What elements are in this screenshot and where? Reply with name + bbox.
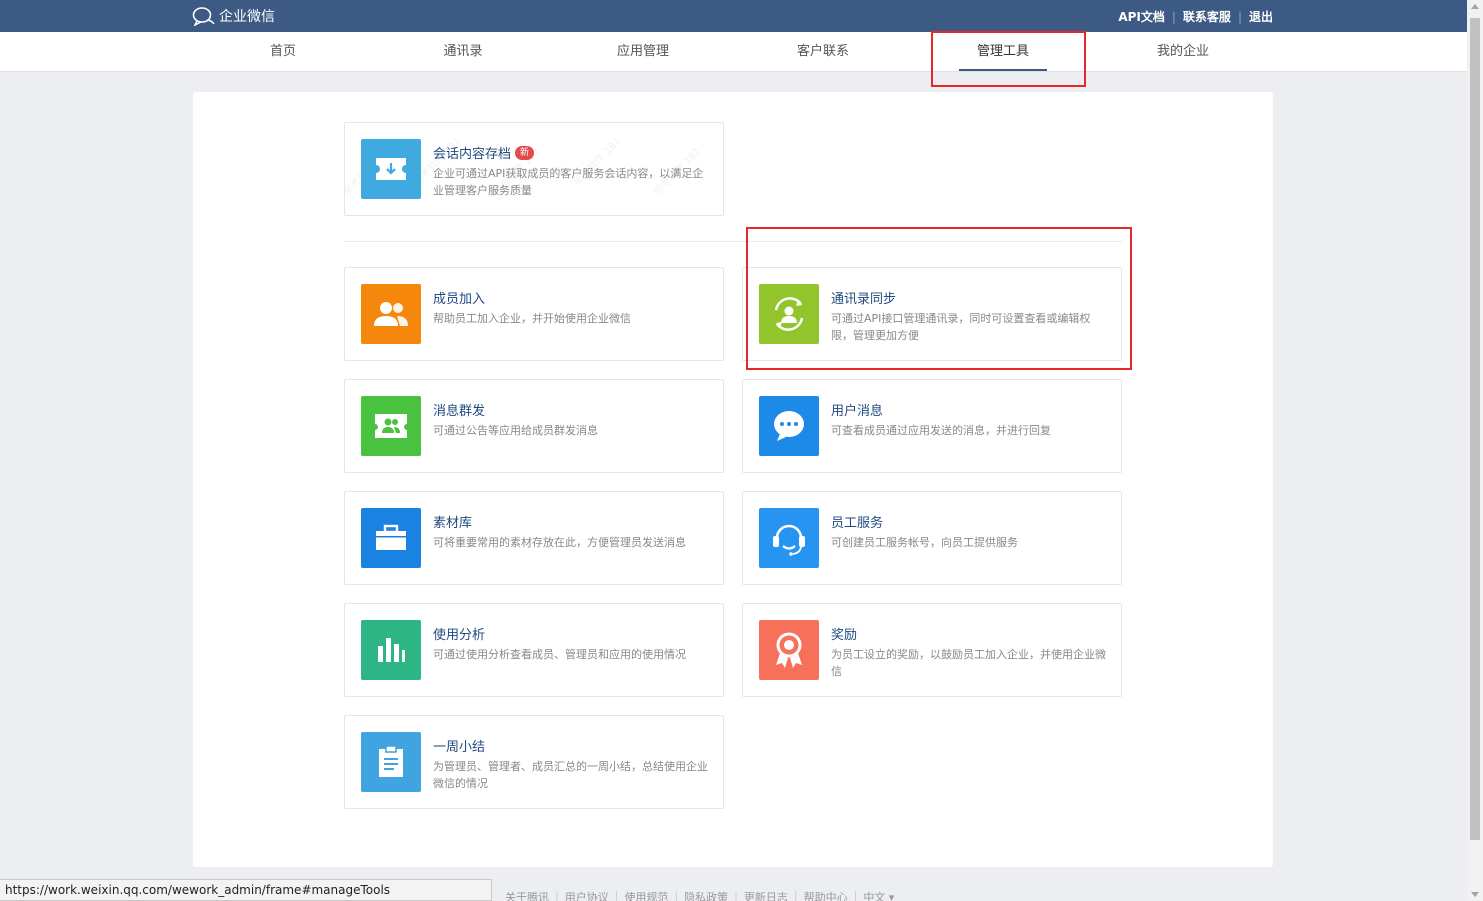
browser-status-url: https://work.weixin.qq.com/wework_admin/…	[0, 879, 492, 901]
footer-usage-rules-link[interactable]: 使用规范	[624, 889, 668, 901]
tool-card-broadcast[interactable]: 消息群发 可通过公告等应用给成员群发消息	[344, 379, 724, 473]
tool-card-desc: 帮助员工加入企业，并开始使用企业微信	[433, 312, 631, 325]
nav-contacts[interactable]: 通讯录	[373, 32, 553, 72]
separator: |	[853, 889, 858, 901]
clipboard-icon	[361, 732, 421, 792]
tool-card-desc: 可通过公告等应用给成员群发消息	[433, 424, 598, 437]
scroll-up-icon[interactable]	[1471, 4, 1479, 9]
scroll-down-icon[interactable]	[1471, 892, 1479, 897]
main-nav: 首页 通讯录 应用管理 客户联系 管理工具 我的企业	[0, 32, 1467, 72]
tool-card-desc: 可创建员工服务帐号，向员工提供服务	[831, 536, 1018, 549]
nav-customer-contact[interactable]: 客户联系	[733, 32, 913, 72]
footer-links: 关于腾讯 | 用户协议 | 使用规范 | 隐私政策 | 更新日志 | 帮助中心 | 中文 ▾	[505, 889, 894, 901]
separator: |	[793, 889, 798, 901]
award-icon	[759, 620, 819, 680]
broadcast-message-icon	[361, 396, 421, 456]
footer-about-link[interactable]: 关于腾讯	[505, 889, 549, 901]
tool-card-usage-analysis[interactable]: 使用分析 可通过使用分析查看成员、管理员和应用的使用情况	[344, 603, 724, 697]
tool-card-title: 会话内容存档 新	[433, 143, 535, 162]
tool-card-desc: 为员工设立的奖励，以鼓励员工加入企业，并使用企业微信	[831, 648, 1106, 678]
tool-card-title: 素材库	[433, 516, 473, 531]
top-bar: 企业微信 API文档 | 联系客服 | 退出	[0, 0, 1467, 32]
tool-card-title: 成员加入	[433, 292, 486, 307]
page-scrollbar[interactable]	[1467, 0, 1483, 901]
footer-user-agreement-link[interactable]: 用户协议	[565, 889, 609, 901]
tool-card-desc: 为管理员、管理者、成员汇总的一周小结，总结使用企业微信的情况	[433, 760, 708, 790]
tool-card-desc: 可查看成员通过应用发送的消息，并进行回复	[831, 424, 1051, 437]
tool-card-title: 消息群发	[433, 404, 486, 419]
tool-card-title: 奖励	[831, 628, 858, 643]
api-docs-link[interactable]: API文档	[1118, 8, 1165, 25]
tool-card-desc: 可将重要常用的素材存放在此，方便管理员发送消息	[433, 536, 686, 549]
language-selector[interactable]: 中文 ▾	[863, 889, 894, 901]
tool-card-title: 使用分析	[433, 628, 486, 643]
tool-card-title: 员工服务	[831, 516, 884, 531]
wework-logo[interactable]: 企业微信	[192, 6, 275, 26]
tool-card-chat-archive[interactable]: 思考软件 181 思考软件 181 思考软件 181 思考软件 181 思考软件…	[344, 122, 724, 216]
tool-card-members-join[interactable]: 成员加入 帮助员工加入企业，并开始使用企业微信	[344, 267, 724, 361]
nav-my-enterprise[interactable]: 我的企业	[1093, 32, 1273, 72]
footer-privacy-link[interactable]: 隐私政策	[684, 889, 728, 901]
tool-card-title: 用户消息	[831, 404, 884, 419]
tool-card-user-messages[interactable]: 用户消息 可查看成员通过应用发送的消息，并进行回复	[742, 379, 1122, 473]
tool-card-material-library[interactable]: 素材库 可将重要常用的素材存放在此，方便管理员发送消息	[344, 491, 724, 585]
separator: |	[614, 889, 619, 901]
new-badge: 新	[515, 145, 535, 160]
footer-help-link[interactable]: 帮助中心	[804, 889, 848, 901]
highlight-contacts-sync	[746, 227, 1132, 370]
tool-card-desc: 企业可通过API获取成员的客户服务会话内容，以满足企业管理客户服务质量	[433, 167, 704, 197]
logout-link[interactable]: 退出	[1249, 8, 1273, 25]
tool-card-employee-service[interactable]: 员工服务 可创建员工服务帐号，向员工提供服务	[742, 491, 1122, 585]
tool-card-weekly-summary[interactable]: 一周小结 为管理员、管理者、成员汇总的一周小结，总结使用企业微信的情况	[344, 715, 724, 809]
chat-archive-title: 会话内容存档	[433, 147, 512, 162]
nav-home[interactable]: 首页	[193, 32, 373, 72]
nav-app-management[interactable]: 应用管理	[553, 32, 733, 72]
tool-card-title: 一周小结	[433, 740, 486, 755]
logo-text: 企业微信	[219, 9, 275, 25]
briefcase-icon	[361, 508, 421, 568]
separator: |	[734, 889, 738, 901]
contact-support-link[interactable]: 联系客服	[1183, 8, 1231, 25]
highlight-nav-management-tools	[931, 31, 1086, 87]
top-links: API文档 | 联系客服 | 退出	[1118, 8, 1273, 25]
tool-card-rewards[interactable]: 奖励 为员工设立的奖励，以鼓励员工加入企业，并使用企业微信	[742, 603, 1122, 697]
headset-icon	[759, 508, 819, 568]
separator: |	[1237, 9, 1242, 24]
separator: |	[1171, 9, 1176, 24]
separator: |	[555, 889, 559, 901]
scrollbar-thumb[interactable]	[1470, 18, 1480, 840]
chat-logo-icon	[192, 7, 215, 26]
separator: |	[674, 889, 679, 901]
tool-card-desc: 可通过使用分析查看成员、管理员和应用的使用情况	[433, 648, 686, 661]
bar-chart-icon	[361, 620, 421, 680]
chat-bubble-icon	[759, 396, 819, 456]
members-join-icon	[361, 284, 421, 344]
footer-changelog-link[interactable]: 更新日志	[744, 889, 788, 901]
archive-download-icon	[361, 139, 421, 199]
